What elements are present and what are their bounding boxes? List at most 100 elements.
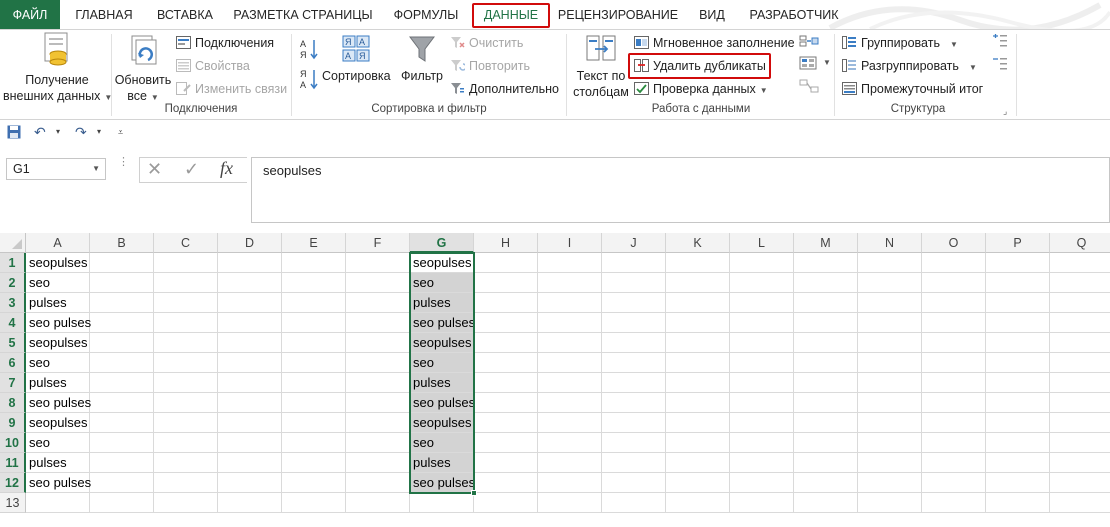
- cell-h9[interactable]: [474, 413, 538, 433]
- row-header-2[interactable]: 2: [0, 273, 26, 293]
- cell-b5[interactable]: [90, 333, 154, 353]
- filter-button[interactable]: Фильтр: [398, 34, 446, 84]
- column-header-q[interactable]: Q: [1050, 233, 1110, 253]
- cell-i13[interactable]: [538, 493, 602, 513]
- refresh-all-button[interactable]: Обновить все ▼: [113, 34, 173, 106]
- cell-o2[interactable]: [922, 273, 986, 293]
- cell-f9[interactable]: [346, 413, 410, 433]
- cell-d13[interactable]: [218, 493, 282, 513]
- cell-p5[interactable]: [986, 333, 1050, 353]
- cell-e8[interactable]: [282, 393, 346, 413]
- sort-descending-button[interactable]: Я A: [300, 68, 320, 90]
- formula-input[interactable]: seopulses: [251, 157, 1110, 223]
- group-button[interactable]: Группировать ▼: [842, 33, 958, 53]
- cell-o8[interactable]: [922, 393, 986, 413]
- column-header-d[interactable]: D: [218, 233, 282, 253]
- row-header-4[interactable]: 4: [0, 313, 26, 333]
- cell-q4[interactable]: [1050, 313, 1110, 333]
- tab-developer[interactable]: РАЗРАБОТЧИК: [744, 0, 844, 30]
- cell-m2[interactable]: [794, 273, 858, 293]
- cell-i6[interactable]: [538, 353, 602, 373]
- cell-k6[interactable]: [666, 353, 730, 373]
- cell-d1[interactable]: [218, 253, 282, 273]
- cell-e1[interactable]: [282, 253, 346, 273]
- cell-e10[interactable]: [282, 433, 346, 453]
- cell-l9[interactable]: [730, 413, 794, 433]
- cell-d11[interactable]: [218, 453, 282, 473]
- cell-i2[interactable]: [538, 273, 602, 293]
- cell-q8[interactable]: [1050, 393, 1110, 413]
- cell-o11[interactable]: [922, 453, 986, 473]
- row-header-11[interactable]: 11: [0, 453, 26, 473]
- cell-d6[interactable]: [218, 353, 282, 373]
- cell-g6[interactable]: seo: [410, 353, 474, 373]
- cell-i3[interactable]: [538, 293, 602, 313]
- cell-g3[interactable]: pulses: [410, 293, 474, 313]
- cell-n4[interactable]: [858, 313, 922, 333]
- cell-b10[interactable]: [90, 433, 154, 453]
- cell-f5[interactable]: [346, 333, 410, 353]
- cell-n9[interactable]: [858, 413, 922, 433]
- tab-file[interactable]: ФАЙЛ: [0, 0, 60, 30]
- cell-q6[interactable]: [1050, 353, 1110, 373]
- cell-l11[interactable]: [730, 453, 794, 473]
- column-header-g[interactable]: G: [410, 233, 474, 253]
- cell-i8[interactable]: [538, 393, 602, 413]
- cell-a13[interactable]: [26, 493, 90, 513]
- cell-k7[interactable]: [666, 373, 730, 393]
- cell-e9[interactable]: [282, 413, 346, 433]
- cell-q10[interactable]: [1050, 433, 1110, 453]
- cell-l7[interactable]: [730, 373, 794, 393]
- consolidate-button[interactable]: [799, 34, 819, 48]
- cell-p9[interactable]: [986, 413, 1050, 433]
- cell-n1[interactable]: [858, 253, 922, 273]
- cell-f12[interactable]: [346, 473, 410, 493]
- cell-p2[interactable]: [986, 273, 1050, 293]
- cell-h10[interactable]: [474, 433, 538, 453]
- enter-icon[interactable]: ✓: [184, 159, 199, 180]
- tab-formulas[interactable]: ФОРМУЛЫ: [388, 0, 464, 30]
- row-header-8[interactable]: 8: [0, 393, 26, 413]
- cell-q12[interactable]: [1050, 473, 1110, 493]
- cell-a11[interactable]: pulses: [26, 453, 90, 473]
- row-header-3[interactable]: 3: [0, 293, 26, 313]
- cell-j1[interactable]: [602, 253, 666, 273]
- formula-bar-grip-icon[interactable]: ⋮: [118, 157, 129, 168]
- cell-k8[interactable]: [666, 393, 730, 413]
- cell-a3[interactable]: pulses: [26, 293, 90, 313]
- cell-j5[interactable]: [602, 333, 666, 353]
- row-header-9[interactable]: 9: [0, 413, 26, 433]
- cell-f11[interactable]: [346, 453, 410, 473]
- cell-j13[interactable]: [602, 493, 666, 513]
- dialog-launcher-icon[interactable]: ⌟: [1003, 106, 1007, 117]
- undo-icon[interactable]: ↶: [34, 124, 46, 141]
- column-header-m[interactable]: M: [794, 233, 858, 253]
- cell-j7[interactable]: [602, 373, 666, 393]
- cell-o9[interactable]: [922, 413, 986, 433]
- tab-home[interactable]: ГЛАВНАЯ: [70, 0, 138, 30]
- cell-o12[interactable]: [922, 473, 986, 493]
- insert-function-icon[interactable]: fx: [220, 158, 233, 179]
- row-header-7[interactable]: 7: [0, 373, 26, 393]
- cell-a5[interactable]: seopulses: [26, 333, 90, 353]
- cell-i7[interactable]: [538, 373, 602, 393]
- cell-o1[interactable]: [922, 253, 986, 273]
- tab-review[interactable]: РЕЦЕНЗИРОВАНИЕ: [556, 0, 680, 30]
- data-validation-button[interactable]: Проверка данных ▼: [634, 79, 768, 99]
- cell-p4[interactable]: [986, 313, 1050, 333]
- cell-n10[interactable]: [858, 433, 922, 453]
- cell-m8[interactable]: [794, 393, 858, 413]
- cell-m9[interactable]: [794, 413, 858, 433]
- cell-h6[interactable]: [474, 353, 538, 373]
- cell-e4[interactable]: [282, 313, 346, 333]
- cell-j3[interactable]: [602, 293, 666, 313]
- cell-c9[interactable]: [154, 413, 218, 433]
- cell-d2[interactable]: [218, 273, 282, 293]
- cell-c1[interactable]: [154, 253, 218, 273]
- cell-a9[interactable]: seopulses: [26, 413, 90, 433]
- cell-l4[interactable]: [730, 313, 794, 333]
- cell-j6[interactable]: [602, 353, 666, 373]
- reapply-filter-button[interactable]: Повторить: [450, 56, 530, 76]
- cell-c12[interactable]: [154, 473, 218, 493]
- cell-l12[interactable]: [730, 473, 794, 493]
